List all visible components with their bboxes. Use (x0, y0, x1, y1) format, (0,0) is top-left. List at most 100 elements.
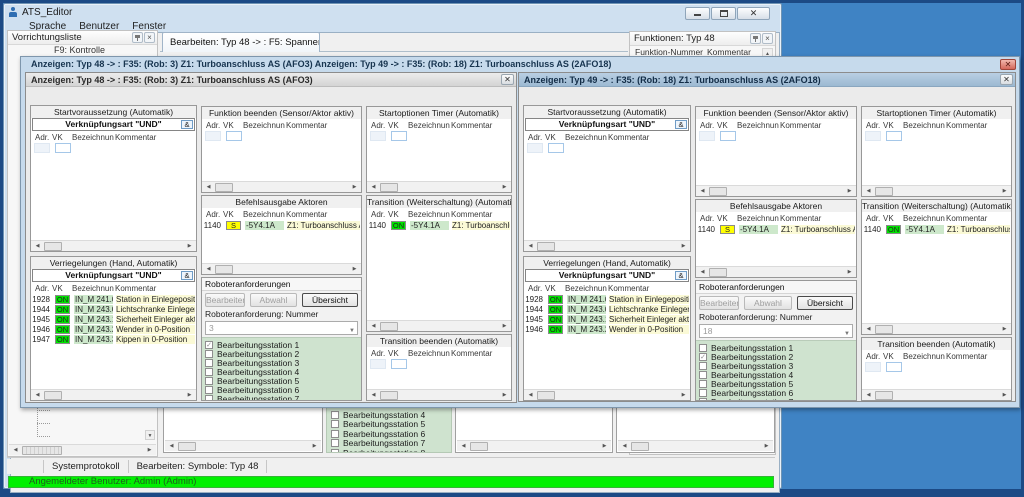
empty-row[interactable] (31, 143, 196, 153)
vk-cell[interactable] (720, 131, 736, 141)
h-scrollbar[interactable]: ◀▶ (862, 185, 1011, 196)
station-checkbox-row[interactable]: Bearbeitungsstation 7 (205, 394, 361, 400)
vk-cell[interactable] (886, 131, 902, 141)
scrollbar-thumb[interactable] (215, 265, 233, 274)
window-titlebar[interactable]: Anzeigen: Typ 48 -> : F35: (Rob: 3) Z1: … (26, 73, 516, 87)
vk-cell[interactable]: ON (55, 305, 70, 314)
h-scrollbar[interactable]: ◀▶ (165, 440, 321, 451)
scroll-left-icon[interactable]: ◀ (368, 391, 379, 400)
table-row[interactable]: 1945 ON IN_M 243.1 Sicherheit Einleger a… (31, 314, 196, 324)
table-row[interactable]: 1928 ON IN_M 241.0 Station in Einlegepos… (31, 294, 196, 304)
station-checkbox-row[interactable]: Bearbeitungsstation 6 (331, 429, 451, 439)
scroll-left-icon[interactable]: ◀ (368, 183, 379, 192)
scrollbar-thumb[interactable] (470, 442, 488, 451)
und-button[interactable]: & (675, 120, 687, 129)
scrollbar-thumb[interactable] (44, 242, 62, 251)
close-icon[interactable]: × (144, 32, 155, 43)
scroll-left-icon[interactable]: ◀ (863, 187, 874, 196)
table-row[interactable]: 1140 S -5Y4.1A Z1: Turboanschluss AS (202, 220, 361, 230)
h-scrollbar[interactable]: ◀▶ (524, 240, 690, 251)
h-scrollbar[interactable]: ◀▶ (31, 389, 196, 400)
h-scrollbar[interactable]: ◀▶ (457, 440, 611, 451)
h-scrollbar[interactable]: ◀▶ (618, 440, 773, 451)
vk-cell[interactable]: ON (886, 225, 901, 234)
uebersicht-button[interactable]: Übersicht (797, 296, 853, 310)
scrollbar-thumb[interactable] (709, 268, 727, 277)
station-checkbox-row[interactable]: Bearbeitungsstation 7 (699, 397, 856, 400)
vk-cell[interactable] (391, 359, 407, 369)
station-checkbox-row[interactable]: Bearbeitungsstation 7 (331, 439, 451, 449)
scroll-down-icon[interactable]: ▼ (145, 430, 155, 440)
group-titlebar[interactable]: Anzeigen: Typ 48 -> : F35: (Rob: 3) Z1: … (21, 57, 1019, 71)
vk-cell[interactable] (548, 143, 564, 153)
scrollbar-thumb[interactable] (44, 391, 62, 400)
station-checkbox-row[interactable]: Bearbeitungsstation 4 (331, 410, 451, 420)
scroll-right-icon[interactable]: ▶ (499, 391, 510, 400)
checkbox-icon[interactable] (699, 362, 707, 370)
scroll-left-icon[interactable]: ◀ (697, 187, 708, 196)
tab-bearbeiten-typ48[interactable]: Bearbeiten: Typ 48 -> : F5: Spannerkontr… (162, 32, 320, 52)
scrollbar-thumb[interactable] (380, 183, 398, 192)
h-scrollbar[interactable]: ◀▶ (202, 181, 361, 192)
tree-item[interactable] (8, 417, 154, 430)
bearbeiten-button[interactable]: Bearbeiten (699, 296, 739, 310)
pin-icon[interactable] (132, 32, 143, 43)
table-row[interactable]: 1944 ON IN_M 243.0 Lichtschranke Einlege… (31, 304, 196, 314)
vk-cell[interactable]: S (720, 225, 735, 234)
abwahl-button[interactable]: Abwahl (250, 293, 297, 307)
scroll-right-icon[interactable]: ▶ (309, 442, 320, 451)
scrollbar-thumb[interactable] (875, 391, 893, 400)
h-scrollbar[interactable]: ◀▶ (524, 389, 690, 400)
scroll-right-icon[interactable]: ▶ (999, 391, 1010, 400)
h-scrollbar[interactable]: ◀▶ (367, 181, 511, 192)
column-funktion-nummer[interactable]: Funktion-Nummer (635, 47, 707, 57)
vk-cell[interactable] (886, 362, 902, 372)
vk-cell[interactable]: ON (548, 315, 563, 324)
und-button[interactable]: & (675, 271, 687, 280)
tab-bearbeiten-symbole[interactable]: Bearbeiten: Symbole: Typ 48 (129, 460, 268, 473)
empty-row[interactable] (202, 131, 361, 141)
scrollbar-thumb[interactable] (631, 442, 649, 451)
tab-systemprotokoll[interactable]: Systemprotokoll (43, 460, 129, 473)
scroll-left-icon[interactable]: ◀ (203, 265, 214, 274)
checkbox-icon[interactable] (331, 430, 339, 438)
minimize-button[interactable] (685, 7, 710, 20)
table-row[interactable]: 1946 ON IN_M 243.2 Wender in 0-Position (31, 324, 196, 334)
close-icon[interactable]: ✕ (501, 74, 514, 85)
vk-cell[interactable]: ON (391, 221, 406, 230)
window-titlebar[interactable]: Anzeigen: Typ 49 -> : F35: (Rob: 18) Z1:… (519, 73, 1015, 87)
h-scrollbar[interactable]: ◀▶ (31, 240, 196, 251)
vk-cell[interactable]: S (226, 221, 241, 230)
scroll-right-icon[interactable]: ▶ (999, 187, 1010, 196)
checkbox-icon[interactable] (699, 389, 707, 397)
h-scrollbar[interactable]: ◀▶ (862, 389, 1011, 400)
scroll-left-icon[interactable]: ◀ (32, 391, 43, 400)
checkbox-icon[interactable] (699, 380, 707, 388)
robo-number-combobox[interactable]: 18 ▼ (699, 324, 853, 338)
checkbox-icon[interactable]: ✓ (699, 353, 707, 361)
close-icon[interactable]: ✕ (1000, 59, 1016, 70)
scroll-left-icon[interactable]: ◀ (10, 446, 21, 455)
h-scrollbar[interactable]: ◀▶ (696, 266, 856, 277)
scrollbar-thumb[interactable] (215, 183, 233, 192)
vk-cell[interactable]: ON (55, 315, 70, 324)
robo-number-combobox[interactable]: 3 ▼ (205, 321, 358, 335)
scroll-right-icon[interactable]: ▶ (599, 442, 610, 451)
scroll-left-icon[interactable]: ◀ (863, 325, 874, 334)
table-row[interactable]: 1944 ON IN_M 243.0 Lichtschranke Einlege… (524, 304, 690, 314)
checkbox-icon[interactable] (331, 420, 339, 428)
table-row[interactable]: 1140 ON -5Y4.1A Z1: Turboanschluss AS (862, 224, 1011, 234)
scroll-left-icon[interactable]: ◀ (32, 242, 43, 251)
empty-row[interactable] (862, 362, 1011, 372)
scrollbar-thumb[interactable] (380, 391, 398, 400)
checkbox-icon[interactable] (331, 449, 339, 453)
abwahl-button[interactable]: Abwahl (744, 296, 792, 310)
scroll-left-icon[interactable]: ◀ (525, 242, 536, 251)
scrollbar-thumb[interactable] (537, 391, 555, 400)
checkbox-icon[interactable] (205, 368, 213, 376)
scroll-left-icon[interactable]: ◀ (697, 268, 708, 277)
checkbox-icon[interactable] (205, 395, 213, 401)
checkbox-icon[interactable] (331, 439, 339, 447)
uebersicht-button[interactable]: Übersicht (302, 293, 358, 307)
scrollbar-thumb[interactable] (537, 242, 555, 251)
